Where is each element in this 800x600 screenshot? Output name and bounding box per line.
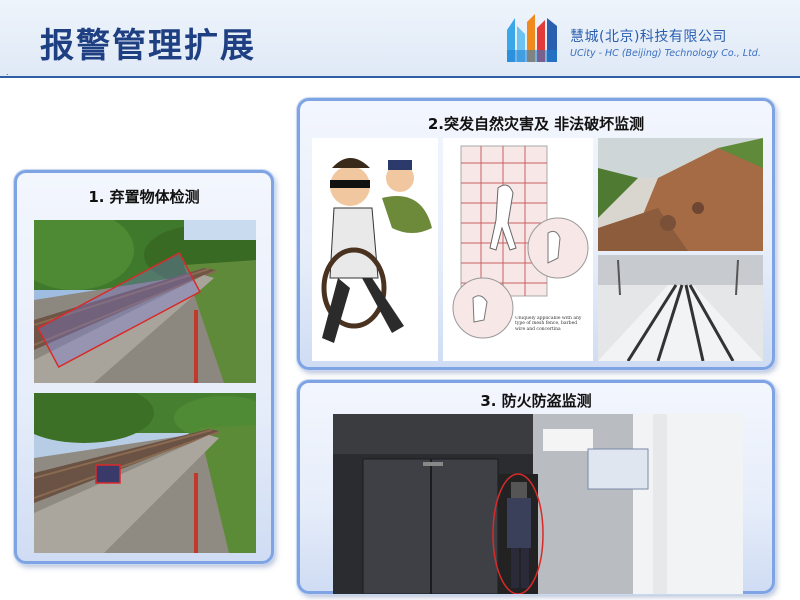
- railway-photo-1: [34, 220, 256, 383]
- panel-fire-theft: 3. 防火防盗监测: [297, 380, 775, 594]
- company-logo-icon: [507, 14, 557, 62]
- panel-title-3: 3. 防火防盗监测: [480, 392, 592, 410]
- fence-caption: Uniquely applicable with any type of mes…: [515, 316, 582, 332]
- detection-box-small: [95, 464, 121, 484]
- dot-mark: .: [6, 68, 9, 77]
- company-name-en: UCity - HC (Beijing) Technology Co., Ltd…: [570, 48, 761, 59]
- fence-intrusion-image: Uniquely applicable with any type of mes…: [443, 138, 593, 361]
- server-room-photo: [333, 414, 743, 594]
- page-title: 报警管理扩展: [40, 26, 256, 66]
- panel-title-1: 1. 弃置物体检测: [88, 188, 200, 206]
- panel-disaster-sabotage: 2.突发自然灾害及 非法破坏监测 Uniquely applicable wit…: [297, 98, 775, 370]
- header-bar: 报警管理扩展 . 慧城(北京)科技有限公司 UCity - HC (Beijin…: [0, 0, 800, 78]
- panel-abandoned-object: 1. 弃置物体检测: [14, 170, 274, 564]
- railway-photo-2: [34, 393, 256, 553]
- company-name-cn: 慧城(北京)科技有限公司: [570, 29, 727, 45]
- snow-track-photo: [598, 255, 763, 361]
- panel-title-2: 2.突发自然灾害及 非法破坏监测: [427, 115, 645, 133]
- landslide-photo: [598, 138, 763, 251]
- thief-cartoon-image: [312, 138, 438, 361]
